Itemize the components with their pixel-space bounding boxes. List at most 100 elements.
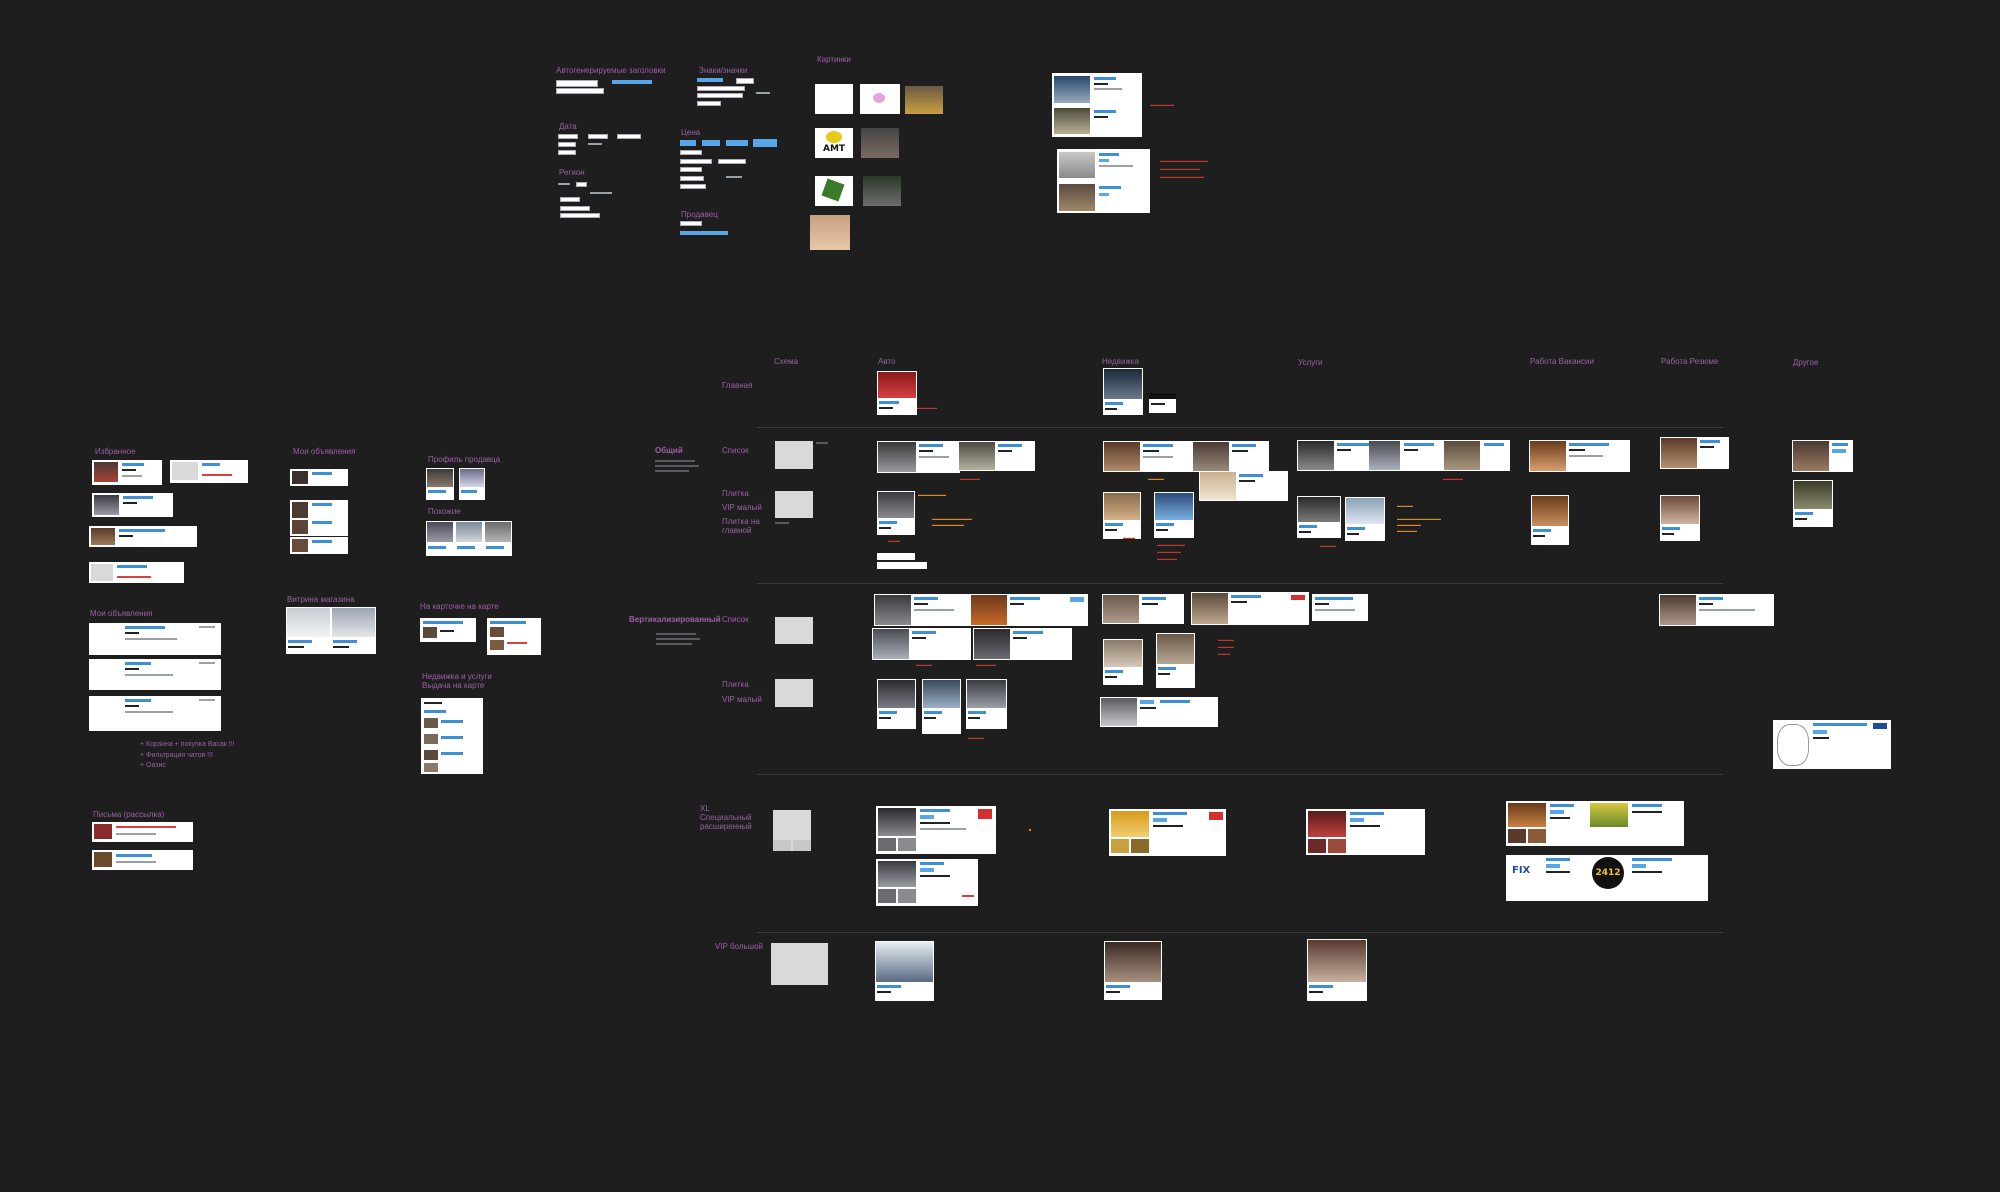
my-ads-card-1[interactable] [89,623,221,655]
services-tile-card-1[interactable] [1297,496,1341,538]
realty-vtile-note-3: ▬▬▬ [1218,651,1230,656]
auto-vtile-note: ▬▬▬▬ [968,735,984,740]
shop-showcase-title: Витрина магазина [287,595,355,604]
similar-card[interactable] [426,521,512,556]
row-xl-special: XL Специальный расширенный [700,804,752,832]
auto-vlist-card-2[interactable] [970,594,1088,626]
auto-tile-card[interactable] [877,491,915,535]
top-right-card-2[interactable] [1057,149,1150,213]
separator-4 [757,932,1723,933]
other-tile-card[interactable] [1793,480,1833,527]
realty-vip-small-card[interactable] [1100,697,1218,727]
on-map-card-1[interactable] [420,618,476,642]
services-tile-note-2: ▬▬▬▬▬▬▬▬▬▬▬ [1397,516,1441,521]
picture-sign [815,176,853,206]
auto-main-card[interactable] [877,371,917,415]
realty-vtile-card-1[interactable] [1103,639,1143,685]
services-vip-big-card[interactable] [1307,939,1367,1001]
favorites-card-5[interactable] [89,562,184,583]
auto-vip-big-card[interactable] [875,941,934,1001]
auto-headers-chip-2[interactable] [612,80,652,84]
auto-xl-card-1[interactable] [876,806,996,854]
scheme-list-placeholder [775,441,813,469]
auto-headers-chip-3[interactable] [556,88,604,94]
my-ads-top-card-3[interactable] [290,518,348,536]
realty-main-card[interactable] [1103,368,1143,415]
price-chip-4 [753,139,777,147]
vacancies-tile-card[interactable] [1531,495,1569,545]
todo-item-1: + Корзина + покупка Васак !!! [140,741,235,748]
other-vip-small-card[interactable] [1773,720,1891,769]
favorites-card-4[interactable] [89,526,197,547]
letters-title: Письма (рассылка) [93,810,165,819]
vacancies-xl-card-1[interactable] [1506,801,1684,846]
auto-headers-chip-1[interactable] [556,80,598,87]
auto-list-card-1[interactable] [877,441,960,473]
services-list-card-2[interactable] [1400,440,1510,471]
auto-xl-card-2[interactable] [876,859,978,906]
auto-vtile-card-1[interactable] [877,679,916,729]
realty-map-list[interactable] [421,698,483,774]
realty-vtile-card-2[interactable] [1156,633,1195,688]
other-list-card[interactable] [1792,440,1853,472]
services-xl-card[interactable] [1306,809,1425,855]
realty-tile-card-1[interactable] [1103,492,1141,539]
price-chip-9 [680,176,704,181]
realty-services-map-title: Недвижка и услуги Выдача на карте [422,672,492,691]
date-chip-3 [617,134,641,139]
shop-showcase-card[interactable] [286,607,376,654]
on-map-card-2[interactable] [487,618,541,655]
vacancies-list-card[interactable] [1529,440,1630,472]
my-ads-card-3[interactable] [89,696,221,731]
auto-vlist-card-1[interactable] [874,594,971,626]
services-tile-note-4: ▬▬▬▬▬ [1397,528,1417,533]
seller-profile-card-2[interactable] [459,468,485,500]
resume-vlist-card[interactable] [1659,594,1774,626]
top-right-card-1[interactable] [1052,73,1142,137]
letter-card-1[interactable] [92,822,193,842]
col-jobs-vacancies: Работа Вакансии [1530,357,1594,366]
realty-tile-note-4: ▬▬▬▬▬ [1157,556,1177,561]
resume-list-card[interactable] [1660,437,1729,469]
auto-tile-main-chip-1[interactable] [877,553,915,560]
favorites-card-1[interactable] [92,460,162,485]
auto-vlist-card-3[interactable] [872,628,971,660]
realty-list-card-2[interactable] [1192,441,1269,472]
general-desc-2 [655,465,699,467]
price-chip-10 [680,184,706,189]
realty-list-card-1[interactable] [1103,441,1193,472]
my-ads-top-card-4[interactable] [290,537,348,554]
favorites-card-3[interactable] [92,493,173,517]
services-list-card-1[interactable] [1297,440,1407,471]
realty-xl-card[interactable] [1109,809,1226,856]
vacancies-xl-card-2[interactable]: FIX 2412 [1506,855,1708,901]
auto-vtile-card-3[interactable] [966,679,1007,729]
signs-chip-3 [697,86,745,91]
auto-tile-note-3: ▬▬▬▬▬▬▬▬ [932,522,964,527]
separator-1 [757,427,1723,428]
region-chip-4 [560,213,600,218]
date-chip-1 [558,134,578,139]
realty-tile-note-3: ▬▬▬▬▬▬ [1157,549,1181,554]
services-tile-card-2[interactable] [1345,497,1385,541]
auto-tile-main-chip-2[interactable] [877,562,927,569]
favorites-card-2[interactable] [170,460,248,483]
realty-vlist-card-2[interactable] [1191,592,1309,625]
vertical-desc-2 [656,638,700,640]
auto-vlist-card-4[interactable] [973,628,1072,660]
my-ads-top-card-1[interactable] [290,469,348,486]
resume-tile-card[interactable] [1660,495,1700,541]
my-ads-card-2[interactable] [89,659,221,690]
realty-main-small-card[interactable] [1149,393,1176,413]
services-tile-note-1: ▬▬▬▬ [1397,503,1413,508]
auto-list-card-2[interactable] [958,441,1035,471]
auto-vtile-card-2[interactable] [922,679,961,734]
realty-tile-card-2[interactable] [1154,492,1194,538]
realty-list-card-3[interactable] [1199,471,1288,501]
seller-profile-card-1[interactable] [426,468,454,500]
realty-vip-big-card[interactable] [1104,941,1162,1000]
services-vlist-card[interactable] [1312,594,1368,621]
letter-card-2[interactable] [92,850,193,870]
picture-street [863,176,901,206]
realty-vlist-card-1[interactable] [1102,594,1184,624]
